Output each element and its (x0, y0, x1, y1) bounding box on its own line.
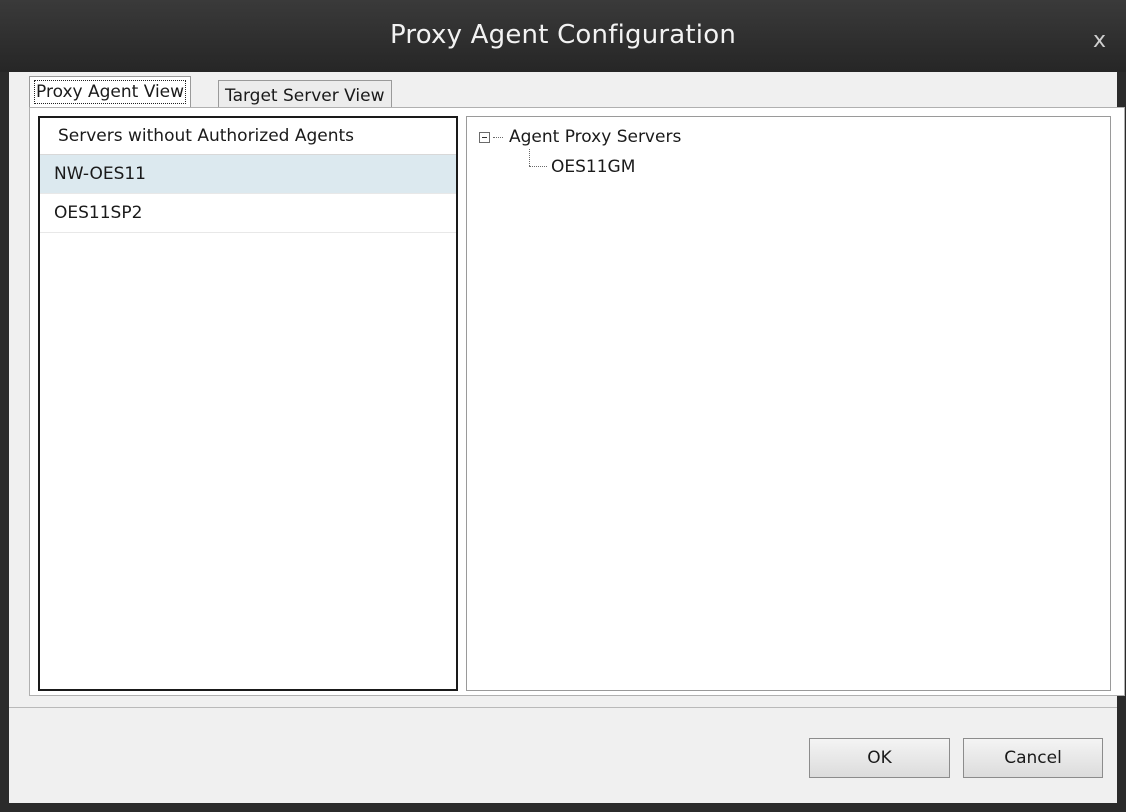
tab-proxy-agent-view[interactable]: Proxy Agent View (29, 76, 192, 108)
collapse-icon[interactable] (479, 131, 490, 143)
tab-target-server-view[interactable]: Target Server View (218, 80, 392, 108)
footer-divider (9, 707, 1117, 708)
tree-node-label: Agent Proxy Servers (509, 127, 682, 147)
tree-node-label: OES11GM (551, 157, 636, 177)
tree-node-oes11gm[interactable]: OES11GM (551, 155, 635, 179)
dialog-client-area: Proxy Agent View Target Server View Serv… (9, 72, 1125, 803)
list-item[interactable]: NW-OES11 (40, 155, 456, 194)
tab-label: Target Server View (225, 86, 385, 106)
dialog-window: Proxy Agent Configuration x Proxy Agent … (0, 0, 1126, 812)
agent-tree-view[interactable]: Agent Proxy Servers OES11GM (466, 116, 1111, 691)
tab-panel: Servers without Authorized Agents NW-OES… (29, 107, 1125, 696)
tree-node-agent-proxy-servers[interactable]: Agent Proxy Servers (479, 125, 681, 149)
window-title: Proxy Agent Configuration (389, 20, 737, 50)
close-icon[interactable]: x (1093, 30, 1106, 52)
tab-label: Proxy Agent View (33, 80, 187, 104)
list-column-header[interactable]: Servers without Authorized Agents (40, 118, 456, 155)
cancel-button[interactable]: Cancel (963, 738, 1103, 778)
tree-connector (529, 149, 530, 166)
list-item[interactable]: OES11SP2 (40, 194, 456, 233)
ok-button[interactable]: OK (809, 738, 950, 778)
title-bar[interactable]: Proxy Agent Configuration x (0, 0, 1126, 72)
tree-connector (493, 136, 503, 138)
servers-list[interactable]: Servers without Authorized Agents NW-OES… (38, 116, 458, 691)
tree-connector (529, 166, 547, 167)
